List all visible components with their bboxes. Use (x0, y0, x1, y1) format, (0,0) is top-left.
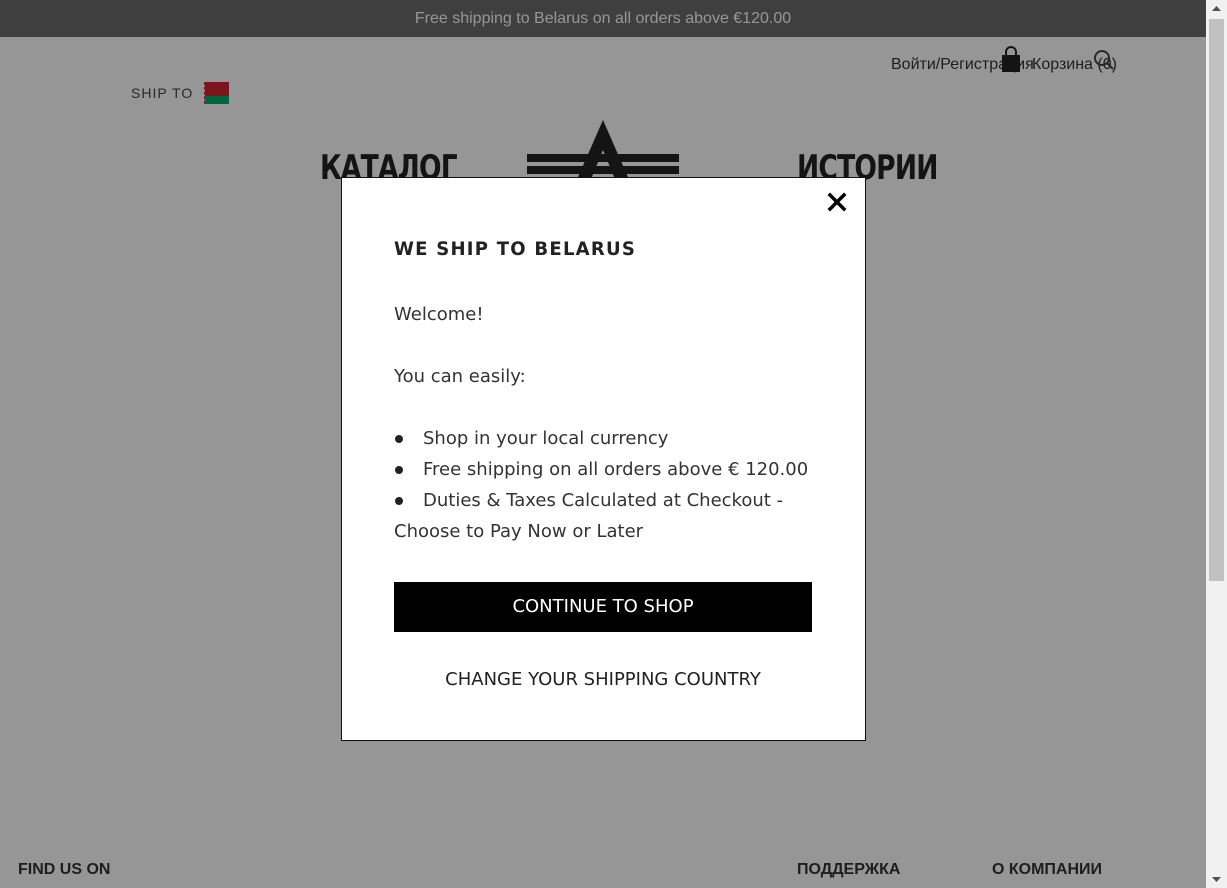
list-item: Free shipping on all orders above € 120.… (394, 454, 814, 485)
continue-to-shop-button[interactable]: CONTINUE TO SHOP (394, 582, 812, 632)
scroll-down-arrow-icon[interactable] (1206, 871, 1227, 888)
intro-text: You can easily: (394, 366, 526, 387)
benefits-list: Shop in your local currency Free shippin… (394, 423, 814, 547)
scroll-up-arrow-icon[interactable] (1206, 0, 1227, 17)
change-shipping-country-button[interactable]: CHANGE YOUR SHIPPING COUNTRY (394, 664, 812, 694)
modal-body: Welcome! You can easily: Shop in your lo… (394, 299, 814, 547)
list-item: Duties & Taxes Calculated at Checkout - … (394, 485, 814, 547)
close-icon[interactable] (826, 191, 848, 213)
scrollbar-thumb[interactable] (1209, 19, 1224, 581)
welcome-text: Welcome! (394, 304, 484, 325)
scrollbar[interactable] (1206, 0, 1227, 888)
modal-title: WE SHIP TO BELARUS (394, 238, 637, 260)
shipping-modal: WE SHIP TO BELARUS Welcome! You can easi… (341, 177, 866, 741)
list-item: Shop in your local currency (394, 423, 814, 454)
